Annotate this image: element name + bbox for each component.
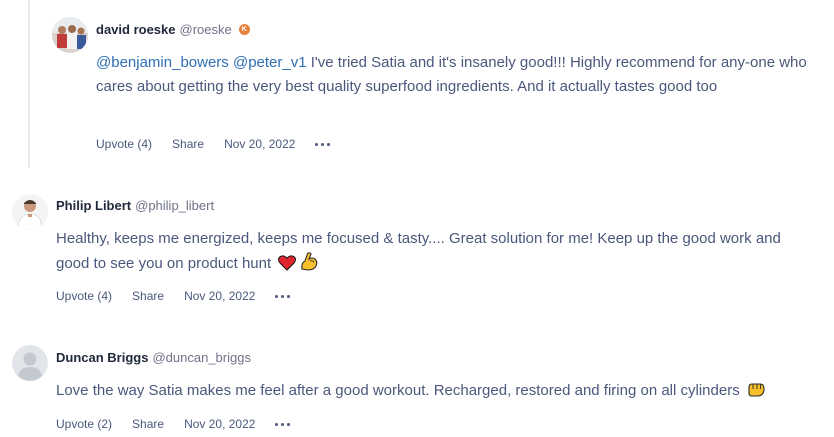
comment-body: @benjamin_bowers @peter_v1 I've tried Sa… [96, 51, 808, 99]
upvote-button[interactable]: Upvote (4) [56, 289, 112, 303]
comment-actions: Upvote (2) Share Nov 20, 2022 [56, 417, 291, 431]
comment-date: Nov 20, 2022 [224, 137, 296, 151]
default-avatar-icon[interactable] [12, 345, 48, 381]
avatar[interactable] [12, 194, 48, 230]
upvote-button[interactable]: Upvote (4) [96, 137, 152, 151]
author-handle[interactable]: @duncan_briggs [152, 350, 250, 365]
comment-body: Love the way Satia makes me feel after a… [56, 379, 826, 406]
comment-body: Healthy, keeps me energized, keeps me fo… [56, 227, 816, 279]
comment-text: Love the way Satia makes me feel after a… [56, 382, 740, 399]
author-name[interactable]: Duncan Briggs [56, 350, 148, 365]
mention-link[interactable]: @peter_v1 [233, 54, 307, 71]
share-button[interactable]: Share [172, 137, 204, 151]
upvote-button[interactable]: Upvote (2) [56, 417, 112, 431]
comment-date: Nov 20, 2022 [184, 289, 256, 303]
author-name[interactable]: Philip Libert [56, 198, 131, 213]
author-handle[interactable]: @philip_libert [135, 198, 214, 213]
maker-badge: K [238, 24, 250, 35]
red-heart-icon [278, 255, 297, 279]
author-handle[interactable]: @roeske [180, 22, 232, 37]
share-button[interactable]: Share [132, 289, 164, 303]
comment-actions: Upvote (4) Share Nov 20, 2022 [56, 289, 291, 303]
comment-text: Healthy, keeps me energized, keeps me fo… [56, 230, 781, 272]
flexed-biceps-icon [299, 251, 319, 279]
more-options-icon[interactable] [275, 294, 291, 298]
avatar[interactable] [52, 17, 88, 53]
comment-actions: Upvote (4) Share Nov 20, 2022 [96, 137, 331, 151]
comment-date: Nov 20, 2022 [184, 417, 256, 431]
mention-link[interactable]: @benjamin_bowers [96, 54, 229, 71]
reply-thread-line [28, 0, 30, 168]
share-button[interactable]: Share [132, 417, 164, 431]
more-options-icon[interactable] [315, 142, 331, 146]
oncoming-fist-icon [747, 382, 765, 406]
more-options-icon[interactable] [275, 422, 291, 426]
author-name[interactable]: david roeske [96, 22, 176, 37]
